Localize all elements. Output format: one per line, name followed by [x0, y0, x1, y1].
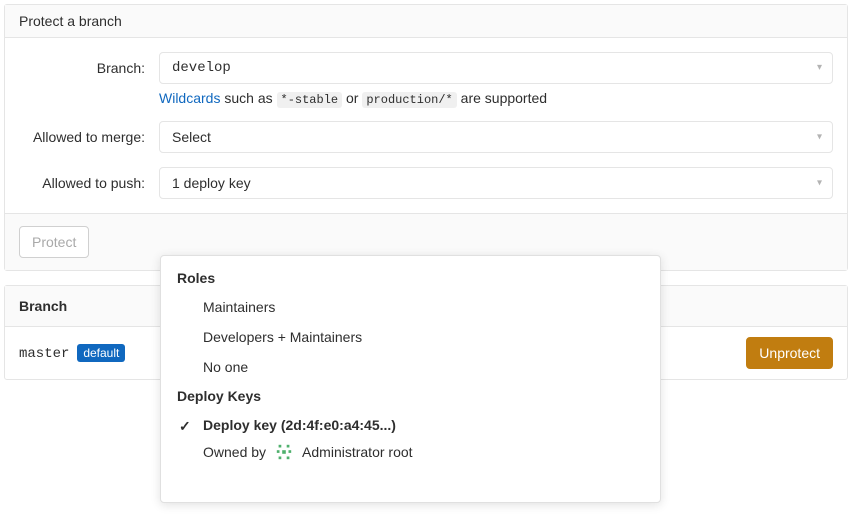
- panel-title: Protect a branch: [5, 5, 847, 38]
- push-control: 1 deploy key ▾: [159, 167, 833, 199]
- merge-row: Allowed to merge: Select ▾: [19, 121, 833, 153]
- owned-by-name: Administrator root: [302, 444, 412, 460]
- owned-by-prefix: Owned by: [203, 444, 266, 460]
- chevron-down-icon: ▾: [817, 62, 822, 74]
- roles-section-title: Roles: [161, 264, 660, 292]
- protect-branch-panel: Protect a branch Branch: develop ▾ Wildc…: [4, 4, 848, 271]
- chevron-down-icon: ▾: [817, 178, 822, 189]
- wildcards-text3: are supported: [457, 90, 547, 106]
- check-icon: ✓: [179, 418, 191, 435]
- deploy-key-owner: Owned by Administrator root: [161, 440, 660, 466]
- push-label: Allowed to push:: [19, 167, 159, 191]
- chevron-down-icon: ▾: [817, 132, 822, 143]
- panel-body: Branch: develop ▾ Wildcards such as *-st…: [5, 38, 847, 213]
- wildcards-link[interactable]: Wildcards: [159, 90, 220, 106]
- role-option-no-one[interactable]: No one: [161, 352, 660, 382]
- push-select[interactable]: 1 deploy key ▾: [159, 167, 833, 199]
- default-badge: default: [77, 344, 125, 362]
- merge-control: Select ▾: [159, 121, 833, 153]
- branch-control: develop ▾ Wildcards such as *-stable or …: [159, 52, 833, 107]
- role-option-developers-maintainers[interactable]: Developers + Maintainers: [161, 322, 660, 352]
- avatar: [274, 442, 294, 462]
- deploy-keys-section-title: Deploy Keys: [161, 382, 660, 410]
- dropdown-scroll[interactable]: Roles Maintainers Developers + Maintaine…: [161, 264, 660, 490]
- identicon-icon: [275, 443, 293, 461]
- wildcards-text2: or: [342, 90, 362, 106]
- role-option-maintainers[interactable]: Maintainers: [161, 292, 660, 322]
- branch-name: master: [19, 346, 69, 362]
- wildcards-text1: such as: [220, 90, 276, 106]
- wildcards-code1: *-stable: [277, 92, 343, 108]
- merge-value: Select: [172, 129, 211, 145]
- merge-select[interactable]: Select ▾: [159, 121, 833, 153]
- wildcards-code2: production/*: [362, 92, 456, 108]
- protect-button[interactable]: Protect: [19, 226, 89, 258]
- branch-label: Branch:: [19, 52, 159, 76]
- wildcards-help: Wildcards such as *-stable or production…: [159, 90, 833, 107]
- branch-select[interactable]: develop ▾: [159, 52, 833, 84]
- branch-value: develop: [172, 60, 231, 76]
- push-value: 1 deploy key: [172, 175, 251, 191]
- push-dropdown: Roles Maintainers Developers + Maintaine…: [160, 255, 661, 503]
- push-row: Allowed to push: 1 deploy key ▾: [19, 167, 833, 199]
- deploy-key-label: Deploy key (2d:4f:e0:a4:45...): [203, 417, 396, 433]
- deploy-key-option[interactable]: ✓ Deploy key (2d:4f:e0:a4:45...): [161, 410, 660, 440]
- branch-row: Branch: develop ▾ Wildcards such as *-st…: [19, 52, 833, 107]
- branch-cell: master default: [19, 344, 125, 362]
- unprotect-button[interactable]: Unprotect: [746, 337, 833, 369]
- merge-label: Allowed to merge:: [19, 121, 159, 145]
